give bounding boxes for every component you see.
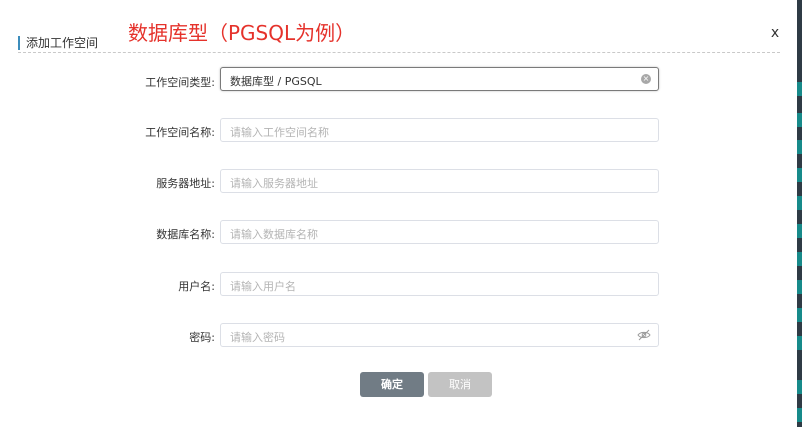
eye-off-icon[interactable] — [637, 329, 651, 341]
workspace-type-label: 工作空间类型: — [145, 76, 215, 89]
server-address-placeholder: 请输入服务器地址 — [230, 177, 318, 190]
form-row-username: 用户名: 请输入用户名 — [0, 272, 797, 298]
background-marker — [797, 224, 802, 238]
workspace-name-input[interactable]: 请输入工作空间名称 — [220, 118, 659, 142]
database-name-input[interactable]: 请输入数据库名称 — [220, 220, 659, 244]
page: 数据库型（PGSQL为例） 添加工作空间 x 工作空间类型: 数据库型 / PG… — [0, 0, 802, 427]
background-marker — [797, 113, 802, 127]
dialog-title: 添加工作空间 — [18, 35, 98, 51]
close-icon[interactable]: x — [768, 25, 782, 41]
workspace-type-value: 数据库型 / PGSQL — [230, 75, 322, 88]
password-input[interactable]: 请输入密码 — [220, 323, 659, 347]
header-divider — [18, 52, 780, 53]
server-address-label: 服务器地址: — [156, 177, 215, 190]
add-workspace-dialog: 数据库型（PGSQL为例） 添加工作空间 x 工作空间类型: 数据库型 / PG… — [0, 0, 797, 427]
workspace-name-label: 工作空间名称: — [145, 126, 215, 139]
password-placeholder: 请输入密码 — [230, 331, 285, 344]
background-marker — [797, 196, 802, 210]
background-page-edge — [797, 0, 802, 427]
clear-circle-icon[interactable]: × — [641, 74, 651, 84]
background-marker — [797, 252, 802, 266]
server-address-input[interactable]: 请输入服务器地址 — [220, 169, 659, 193]
workspace-type-select[interactable]: 数据库型 / PGSQL × — [220, 67, 659, 91]
confirm-button[interactable]: 确定 — [360, 372, 424, 397]
background-marker — [797, 82, 802, 96]
background-marker — [797, 280, 802, 294]
dialog-title-text: 添加工作空间 — [26, 36, 99, 50]
form-row-server-address: 服务器地址: 请输入服务器地址 — [0, 169, 797, 195]
background-marker — [797, 308, 802, 322]
username-input[interactable]: 请输入用户名 — [220, 272, 659, 296]
background-marker — [797, 168, 802, 182]
cancel-button[interactable]: 取消 — [428, 372, 492, 397]
background-marker — [797, 336, 802, 350]
database-name-label: 数据库名称: — [156, 228, 215, 241]
form-row-workspace-name: 工作空间名称: 请输入工作空间名称 — [0, 118, 797, 144]
annotation-text: 数据库型（PGSQL为例） — [128, 21, 356, 45]
username-placeholder: 请输入用户名 — [230, 280, 296, 293]
form-row-password: 密码: 请输入密码 — [0, 323, 797, 349]
username-label: 用户名: — [178, 280, 215, 293]
workspace-name-placeholder: 请输入工作空间名称 — [230, 126, 329, 139]
password-label: 密码: — [189, 331, 215, 344]
title-accent-bar — [18, 36, 20, 50]
background-marker — [797, 140, 802, 154]
background-marker — [797, 408, 802, 422]
background-marker — [797, 380, 802, 394]
form-row-database-name: 数据库名称: 请输入数据库名称 — [0, 220, 797, 246]
database-name-placeholder: 请输入数据库名称 — [230, 228, 318, 241]
form-row-workspace-type: 工作空间类型: 数据库型 / PGSQL × — [0, 67, 797, 93]
